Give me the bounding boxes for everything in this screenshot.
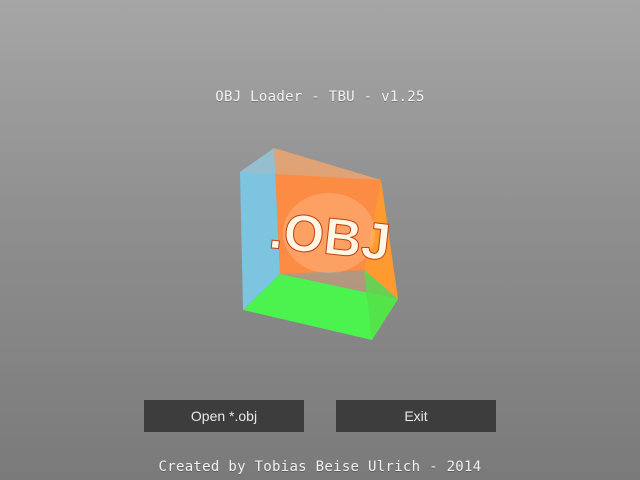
open-obj-button[interactable]: Open *.obj <box>144 400 304 432</box>
obj-cube-logo: .OBJ <box>240 148 398 340</box>
credits-text: Created by Tobias Beise Ulrich - 2014 <box>158 459 482 475</box>
app-title: OBJ Loader - TBU - v1.25 <box>215 89 425 105</box>
exit-button[interactable]: Exit <box>336 400 496 432</box>
